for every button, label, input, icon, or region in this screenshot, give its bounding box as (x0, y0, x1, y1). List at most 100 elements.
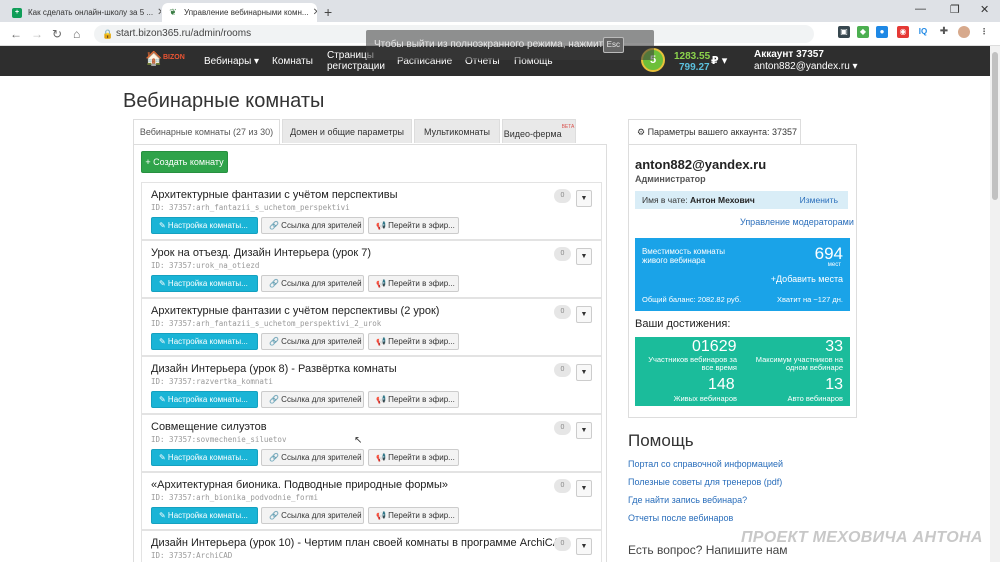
viewer-link-button[interactable]: 🔗 Ссылка для зрителей (261, 333, 364, 350)
tab-webinar-rooms[interactable]: Вебинарные комнаты (27 из 30) (133, 119, 280, 145)
tab-video-farm[interactable]: Видео-фермаBETA (502, 119, 576, 143)
go-live-button[interactable]: 📢 Перейти в эфир... (368, 391, 459, 408)
room-dropdown-button[interactable]: ▼ (576, 364, 592, 381)
page-title: Вебинарные комнаты (123, 90, 325, 112)
nav-rooms[interactable]: Комнаты (272, 56, 313, 67)
trainer-tips-link[interactable]: Полезные советы для тренеров (pdf) (628, 477, 782, 487)
window-close-icon[interactable]: ✕ (980, 3, 989, 16)
bizon-logo[interactable]: 🏠 BIZON (145, 50, 185, 67)
extension-icon[interactable]: ▣ (838, 26, 850, 38)
balance-blue: 799.27 (679, 62, 710, 73)
room-name: Архитектурные фантазии с учётом перспект… (151, 305, 440, 317)
go-live-button[interactable]: 📢 Перейти в эфир... (368, 275, 459, 292)
caret-down-icon: ▼ (580, 369, 588, 376)
room-count-badge: 0 (554, 247, 571, 261)
go-live-button[interactable]: 📢 Перейти в эфир... (368, 217, 459, 234)
room-settings-button[interactable]: ✎ Настройка комнаты... (151, 449, 258, 466)
room-id: ID: 37357:arh_bionika_podvodnie_formi (151, 493, 319, 502)
go-live-button[interactable]: 📢 Перейти в эфир... (368, 333, 459, 350)
room-settings-button[interactable]: ✎ Настройка комнаты... (151, 507, 258, 524)
create-room-button[interactable]: + Создать комнату (141, 151, 228, 173)
extension-icon[interactable]: ● (876, 26, 888, 38)
caret-down-icon: ▼ (580, 253, 588, 260)
maximize-icon[interactable]: ❐ (950, 3, 960, 16)
viewer-link-button[interactable]: 🔗 Ссылка для зрителей (261, 507, 364, 524)
forward-icon[interactable]: → (31, 27, 43, 41)
room-dropdown-button[interactable]: ▼ (576, 538, 592, 555)
tab-account-params[interactable]: ⚙ Параметры вашего аккаунта: 37357 (628, 119, 801, 145)
room-card: Урок на отъезд. Дизайн Интерьера (урок 7… (141, 240, 602, 298)
viewer-link-button[interactable]: 🔗 Ссылка для зрителей (261, 449, 364, 466)
back-icon[interactable]: ← (10, 27, 22, 41)
browser-tab-1[interactable]: + Как сделать онлайн-школу за 5 ... ✕ (6, 3, 161, 22)
viewer-link-button[interactable]: 🔗 Ссылка для зрителей (261, 217, 364, 234)
stat-label: Участников вебинаров за все время (648, 355, 737, 372)
achievements-box: 01629 Участников вебинаров за все время … (635, 337, 850, 406)
room-dropdown-button[interactable]: ▼ (576, 422, 592, 439)
tab-multirooms[interactable]: Мультикомнаты (414, 119, 500, 143)
new-tab-icon[interactable]: + (324, 4, 332, 20)
extension-icon[interactable]: ◆ (857, 26, 869, 38)
home-icon[interactable]: ⌂ (73, 27, 80, 41)
room-card: Архитектурные фантазии с учётом перспект… (141, 182, 602, 240)
room-count-badge: 0 (554, 479, 571, 493)
capacity-label: Вместимость комнаты живого вебинара (642, 247, 725, 265)
find-recording-link[interactable]: Где найти запись вебинара? (628, 495, 747, 505)
puzzle-icon[interactable]: ✚ (938, 26, 950, 38)
close-tab-icon[interactable]: ✕ (309, 7, 317, 18)
room-dropdown-button[interactable]: ▼ (576, 190, 592, 207)
mouse-cursor-icon: ↖ (354, 435, 363, 446)
room-card: Дизайн Интерьера (урок 8) - Развёртка ко… (141, 356, 602, 414)
room-card: Архитектурные фантазии с учётом перспект… (141, 298, 602, 356)
chat-name-label: Имя в чате: (642, 195, 688, 205)
room-dropdown-button[interactable]: ▼ (576, 248, 592, 265)
room-settings-button[interactable]: ✎ Настройка комнаты... (151, 217, 258, 234)
room-count-badge: 0 (554, 305, 571, 319)
room-id: ID: 37357:sovmechenie_siluetov (151, 435, 287, 444)
room-id: ID: 37357:ArchiCAD (151, 551, 233, 560)
reports-link[interactable]: Отчеты после вебинаров (628, 513, 733, 523)
room-card: «Архитектурная бионика. Подводные природ… (141, 472, 602, 530)
esc-key-badge: Esc (602, 37, 624, 53)
nav-webinars[interactable]: Вебинары ▾ (204, 56, 259, 67)
tab-video-farm-label: Видео-ферма (503, 129, 562, 139)
capacity-box: Вместимость комнаты живого вебинара 694 … (635, 238, 850, 311)
viewer-link-button[interactable]: 🔗 Ссылка для зрителей (261, 275, 364, 292)
help-portal-link[interactable]: Портал со справочной информацией (628, 459, 783, 469)
add-places-link[interactable]: +Добавить места (771, 274, 843, 284)
menu-dots-icon[interactable]: ⋮ (978, 26, 990, 38)
chat-name-value: Антон Мехович (690, 195, 755, 205)
currency-dropdown[interactable]: ₽ ▾ (711, 54, 727, 67)
room-dropdown-button[interactable]: ▼ (576, 306, 592, 323)
scrollbar-thumb[interactable] (992, 52, 998, 200)
achievements-title: Ваши достижения: (635, 318, 731, 330)
room-settings-button[interactable]: ✎ Настройка комнаты... (151, 333, 258, 350)
viewer-link-button[interactable]: 🔗 Ссылка для зрителей (261, 391, 364, 408)
go-live-button[interactable]: 📢 Перейти в эфир... (368, 449, 459, 466)
beta-badge: BETA (561, 124, 575, 130)
stat-value: 148 (708, 376, 735, 393)
account-menu[interactable]: anton882@yandex.ru ▾ (754, 61, 858, 72)
tab-domain-settings[interactable]: Домен и общие параметры (282, 119, 412, 143)
minimize-icon[interactable]: — (915, 3, 926, 15)
manage-moderators-link[interactable]: Управление модераторами (740, 217, 854, 227)
close-tab-icon[interactable]: ✕ (153, 7, 161, 18)
fullscreen-hint-text: Чтобы выйти из полноэкранного режима, на… (374, 39, 609, 50)
reload-icon[interactable]: ↻ (52, 27, 62, 41)
room-settings-button[interactable]: ✎ Настройка комнаты... (151, 391, 258, 408)
go-live-button[interactable]: 📢 Перейти в эфир... (368, 507, 459, 524)
fullscreen-hint: Чтобы выйти из полноэкранного режима, на… (366, 30, 654, 60)
extension-icon[interactable]: ◉ (897, 26, 909, 38)
change-chat-name-link[interactable]: Изменить (800, 191, 838, 209)
stat-label: Максимум участников на одном вебинаре (755, 355, 843, 372)
extension-icon[interactable]: IQ (917, 26, 929, 38)
browser-tab-2-active[interactable]: ❦ Управление вебинарными комн... ✕ (162, 3, 317, 22)
sheets-favicon-icon: + (12, 7, 22, 18)
stat-value: 01629 (692, 338, 737, 355)
room-dropdown-button[interactable]: ▼ (576, 480, 592, 497)
room-count-badge: 0 (554, 421, 571, 435)
room-name: «Архитектурная бионика. Подводные природ… (151, 479, 449, 491)
room-settings-button[interactable]: ✎ Настройка комнаты... (151, 275, 258, 292)
stat-value: 13 (825, 376, 843, 393)
avatar[interactable] (958, 26, 970, 38)
